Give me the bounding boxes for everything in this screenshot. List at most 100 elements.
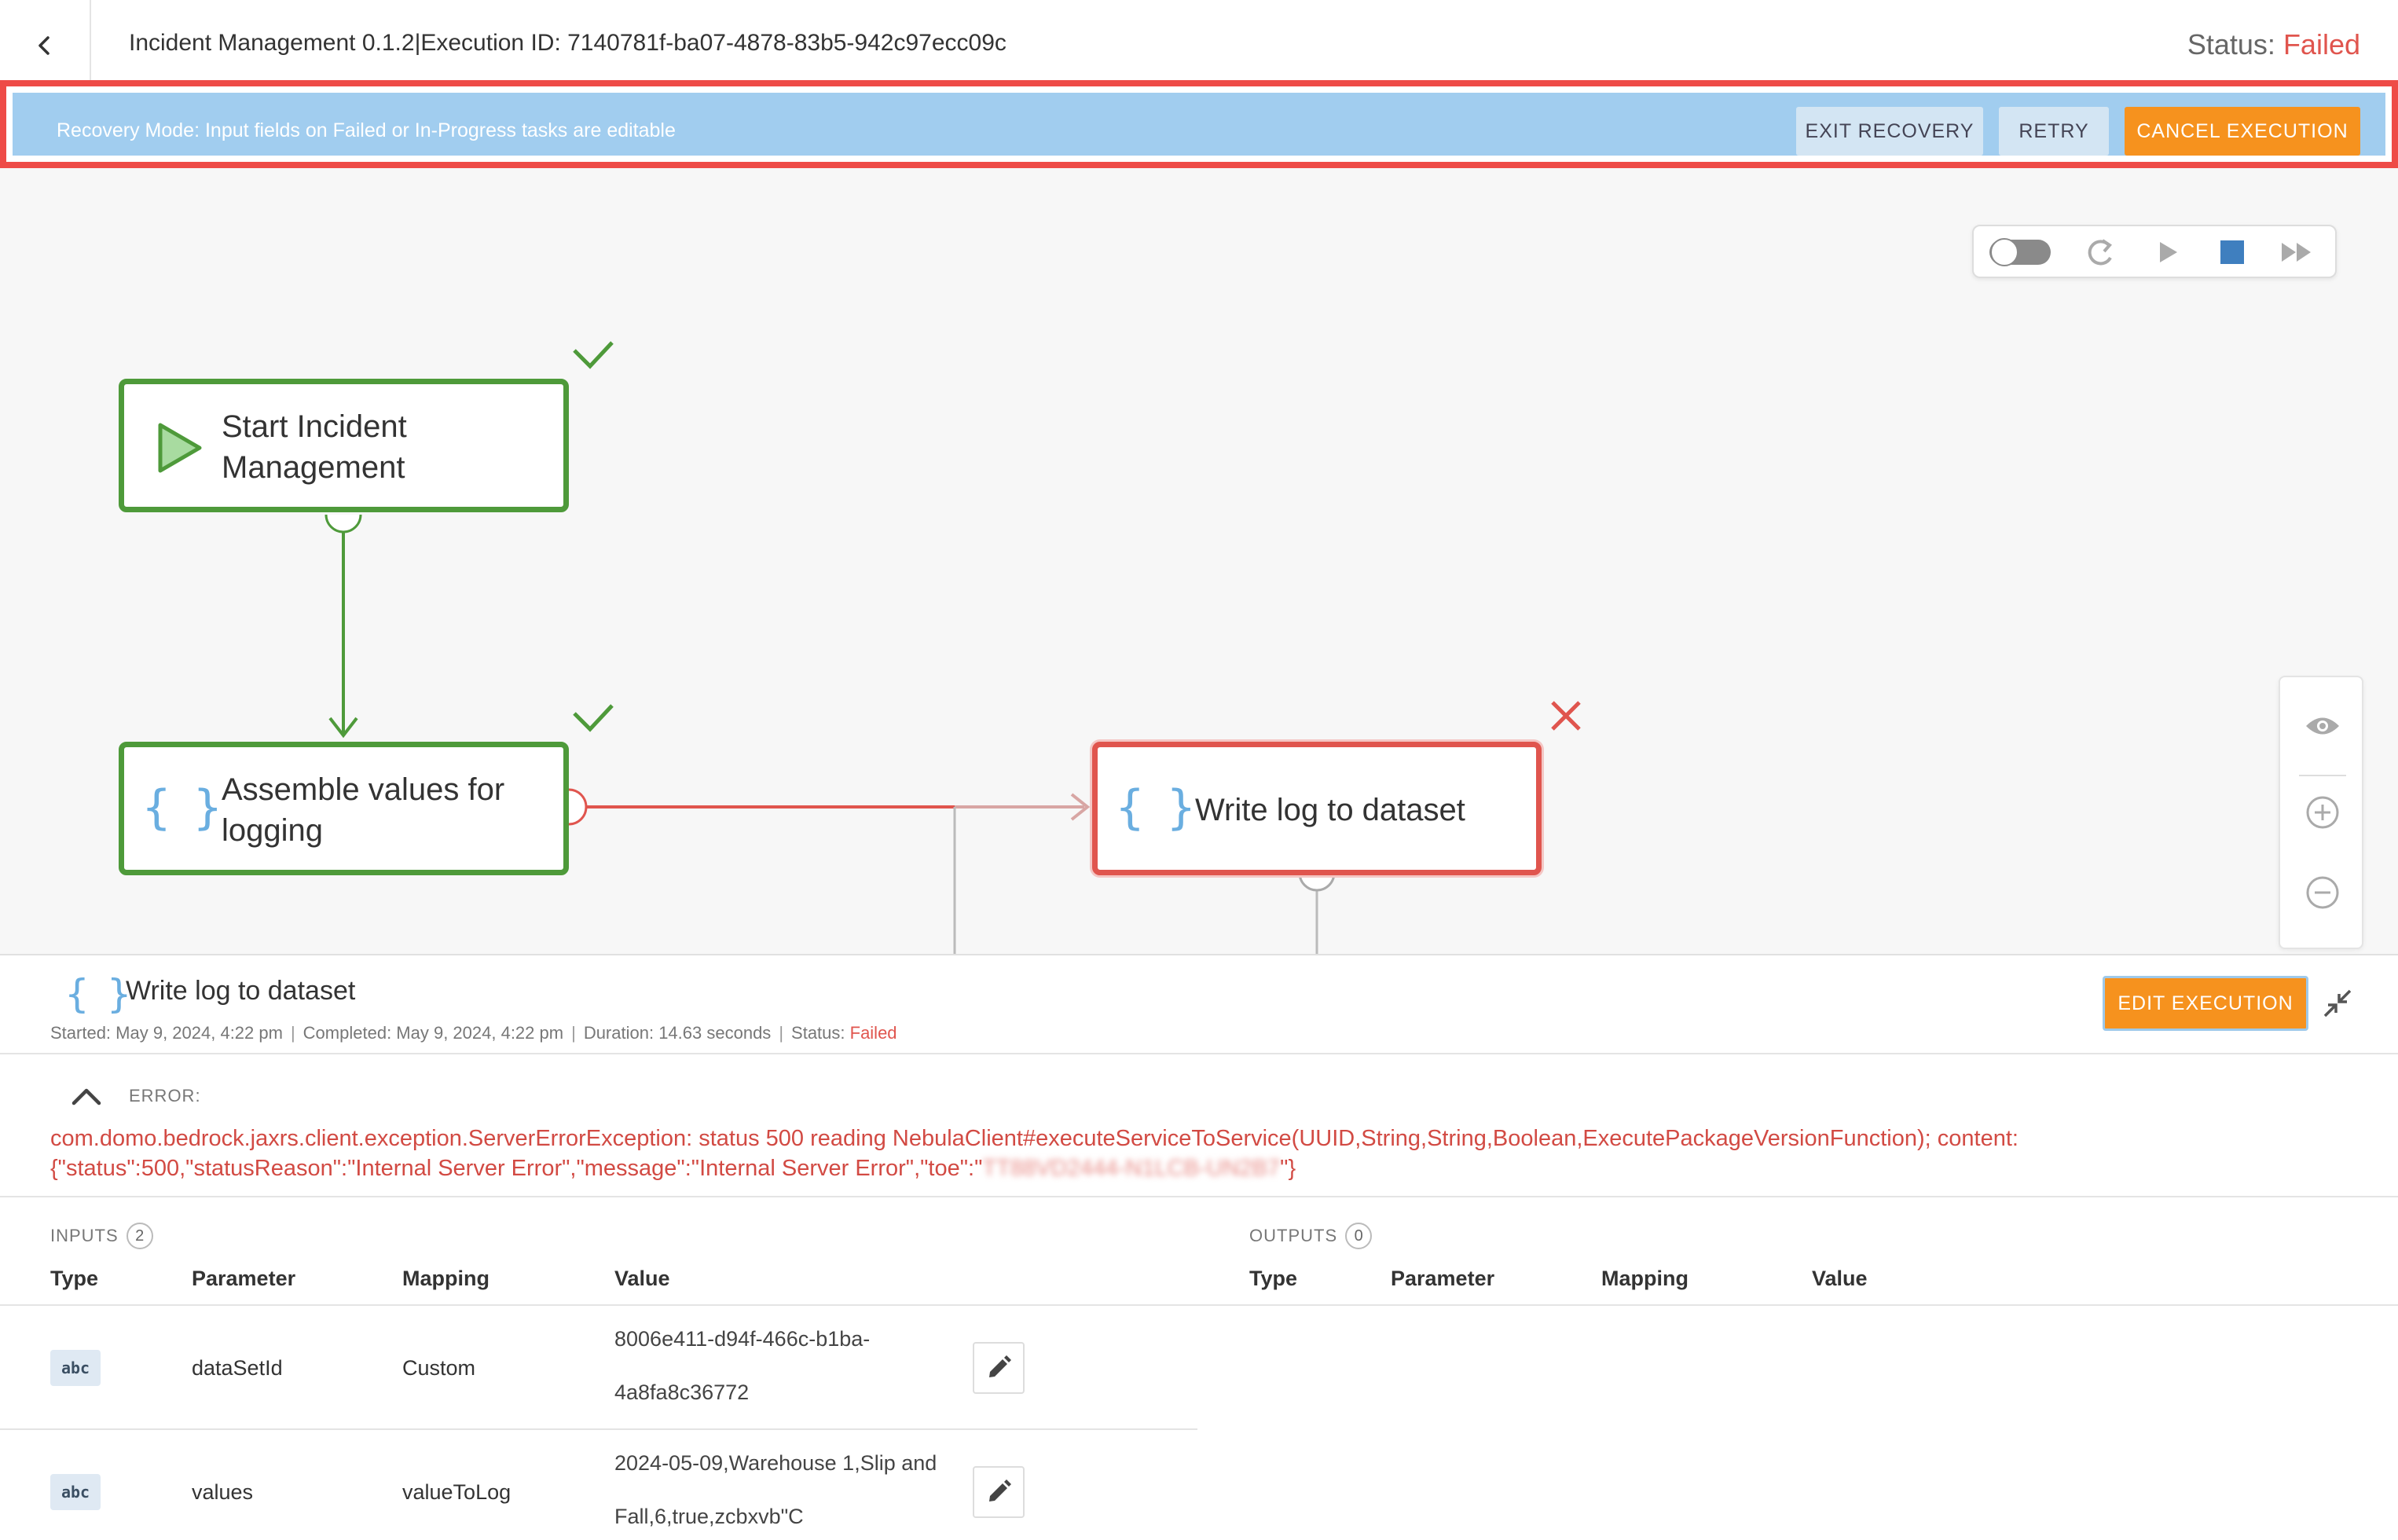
toggle-icon bbox=[1989, 238, 2051, 266]
node-label: Assemble values for logging bbox=[222, 772, 505, 848]
error-message: com.domo.bedrock.jaxrs.client.exception.… bbox=[50, 1124, 2313, 1183]
node-assemble-values[interactable]: { } Assemble values for logging bbox=[119, 742, 569, 875]
error-line: {"status":500,"statusReason":"Internal S… bbox=[50, 1153, 2313, 1183]
task-status-label: Status: bbox=[791, 1023, 850, 1043]
execution-controls bbox=[1972, 225, 2337, 278]
cancel-execution-button[interactable]: CANCEL EXECUTION bbox=[2125, 107, 2360, 156]
value-cell: 8006e411-d94f-466c-b1ba- 4a8fa8c36772 bbox=[614, 1312, 870, 1419]
check-icon-start bbox=[573, 341, 614, 369]
task-details-panel: { } Write log to dataset Started: May 9,… bbox=[0, 954, 2398, 1540]
braces-icon: { } bbox=[1115, 780, 1200, 835]
recovery-message: Recovery Mode: Input fields on Failed or… bbox=[57, 119, 676, 141]
zoom-in-button[interactable] bbox=[2299, 789, 2346, 836]
table-header-divider bbox=[0, 1304, 2398, 1306]
mapping-cell: Custom bbox=[402, 1356, 476, 1380]
inputs-header-parameter: Parameter bbox=[192, 1267, 296, 1290]
recovery-banner: Recovery Mode: Input fields on Failed or… bbox=[13, 93, 2385, 156]
refresh-button[interactable] bbox=[2081, 234, 2120, 270]
pencil-icon bbox=[989, 1480, 1011, 1502]
meta-separator: | bbox=[571, 1023, 576, 1043]
node-label: Start Incident Management bbox=[222, 409, 407, 485]
eye-icon bbox=[2306, 717, 2339, 735]
parameter-cell: values bbox=[192, 1480, 254, 1504]
value-cell: 2024-05-09,Warehouse 1,Slip and Fall,6,t… bbox=[614, 1436, 937, 1540]
duration: Duration: 14.63 seconds bbox=[583, 1023, 772, 1043]
started-time: Started: May 9, 2024, 4:22 pm bbox=[50, 1023, 283, 1043]
recovery-toggle[interactable] bbox=[1988, 234, 2052, 270]
braces-icon: { } bbox=[141, 780, 226, 835]
chevron-left-icon bbox=[38, 36, 50, 55]
row-divider bbox=[0, 1428, 1197, 1430]
value-line: 8006e411-d94f-466c-b1ba- bbox=[614, 1327, 871, 1351]
outputs-count-badge: 0 bbox=[1345, 1223, 1373, 1249]
type-badge: abc bbox=[50, 1474, 101, 1510]
refresh-icon bbox=[2088, 239, 2113, 266]
outputs-header-parameter: Parameter bbox=[1391, 1267, 1495, 1290]
back-button[interactable] bbox=[0, 0, 91, 91]
outputs-header-value: Value bbox=[1812, 1267, 1868, 1290]
stop-button[interactable] bbox=[2213, 234, 2252, 270]
stop-icon bbox=[2220, 240, 2244, 264]
zoom-out-icon bbox=[2306, 876, 2339, 909]
execution-status: Status: Failed bbox=[2187, 28, 2360, 61]
node-write-log-to-dataset[interactable]: { } Write log to dataset bbox=[1092, 742, 1542, 875]
divider bbox=[0, 1196, 2398, 1197]
play-button[interactable] bbox=[2148, 234, 2187, 270]
outputs-header-type: Type bbox=[1249, 1267, 1298, 1290]
outputs-label: OUTPUTS bbox=[1249, 1226, 1338, 1245]
task-title: Write log to dataset bbox=[126, 976, 356, 1006]
check-icon-assemble bbox=[573, 704, 614, 732]
header-bar: Incident Management 0.1.2|Execution ID: … bbox=[0, 0, 2398, 91]
collapse-error-button[interactable] bbox=[68, 1081, 105, 1113]
inputs-header-type: Type bbox=[50, 1267, 99, 1290]
port-assemble-out bbox=[568, 788, 588, 826]
node-start-incident-management[interactable]: Start Incident Management bbox=[119, 379, 569, 512]
collapse-icon bbox=[2323, 989, 2352, 1018]
braces-icon: { } bbox=[64, 971, 134, 1017]
error-line: com.domo.bedrock.jaxrs.client.exception.… bbox=[50, 1126, 2018, 1151]
redacted-value: TT88VD2444-N1LCB-UN2B7 bbox=[982, 1156, 1281, 1181]
inputs-section-label: INPUTS 2 bbox=[50, 1223, 153, 1249]
inputs-count-badge: 2 bbox=[126, 1223, 153, 1249]
edit-value-button[interactable] bbox=[973, 1342, 1025, 1394]
node-label: Write log to dataset bbox=[1195, 793, 1465, 827]
value-line: 2024-05-09,Warehouse 1,Slip and bbox=[614, 1451, 937, 1475]
status-label: Status: bbox=[2187, 28, 2283, 60]
inputs-header-value: Value bbox=[614, 1267, 670, 1290]
inputs-header-mapping: Mapping bbox=[402, 1267, 490, 1290]
fast-forward-icon bbox=[2282, 243, 2311, 262]
fast-forward-button[interactable] bbox=[2277, 234, 2316, 270]
zoom-panel bbox=[2279, 676, 2363, 949]
exit-recovery-button[interactable]: EXIT RECOVERY bbox=[1796, 107, 1983, 156]
play-icon bbox=[2160, 242, 2177, 262]
edit-execution-button[interactable]: EDIT EXECUTION bbox=[2103, 976, 2308, 1031]
toggle-visibility-button[interactable] bbox=[2299, 702, 2346, 750]
zoom-out-button[interactable] bbox=[2299, 869, 2346, 916]
edit-value-button[interactable] bbox=[973, 1466, 1025, 1518]
port-write-out bbox=[1298, 872, 1336, 892]
outputs-section-label: OUTPUTS 0 bbox=[1249, 1223, 1373, 1249]
status-value: Failed bbox=[2282, 28, 2360, 60]
recovery-banner-highlight: Recovery Mode: Input fields on Failed or… bbox=[0, 80, 2398, 168]
completed-time: Completed: May 9, 2024, 4:22 pm bbox=[302, 1023, 564, 1043]
task-meta: Started: May 9, 2024, 4:22 pm | Completed:… bbox=[50, 1023, 897, 1043]
value-line: Fall,6,true,zcbxvb"C bbox=[614, 1505, 804, 1528]
type-badge: abc bbox=[50, 1350, 101, 1386]
divider bbox=[0, 1053, 2398, 1054]
outputs-header-mapping: Mapping bbox=[1601, 1267, 1688, 1290]
parameter-cell: dataSetId bbox=[192, 1356, 283, 1380]
retry-button[interactable]: RETRY bbox=[1999, 107, 2109, 156]
zoom-in-icon bbox=[2306, 796, 2339, 829]
task-status-value: Failed bbox=[849, 1023, 897, 1043]
collapse-panel-button[interactable] bbox=[2318, 984, 2357, 1023]
x-icon-write bbox=[1551, 701, 1581, 731]
chevron-up-icon bbox=[72, 1088, 101, 1106]
mapping-cell: valueToLog bbox=[402, 1480, 512, 1504]
meta-separator: | bbox=[779, 1023, 784, 1043]
page-title: Incident Management 0.1.2|Execution ID: … bbox=[129, 30, 1006, 56]
value-line: 4a8fa8c36772 bbox=[614, 1380, 750, 1404]
meta-separator: | bbox=[290, 1023, 295, 1043]
error-line-start: {"status":500,"statusReason":"Internal S… bbox=[50, 1156, 983, 1181]
port-start-out bbox=[324, 514, 362, 534]
workflow-canvas[interactable]: Start Incident Management { } Assemble v… bbox=[0, 168, 2398, 954]
